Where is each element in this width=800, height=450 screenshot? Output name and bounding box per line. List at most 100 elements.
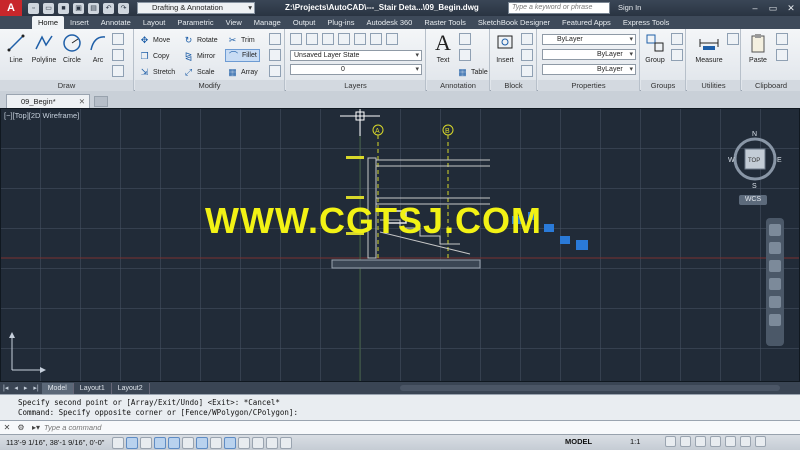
workspace-select[interactable]: Drafting & Annotation <box>137 2 255 14</box>
lineweight-select[interactable]: ByLayer <box>542 64 636 75</box>
first-layout-icon[interactable]: |◂ <box>0 384 11 392</box>
close-tab-icon[interactable]: ✕ <box>79 95 85 108</box>
isolate-objects-icon[interactable] <box>740 436 751 447</box>
dynamic-input-icon[interactable] <box>224 436 236 449</box>
workspace-switching-icon[interactable] <box>695 436 706 447</box>
group-button[interactable]: Group <box>641 31 669 64</box>
lineweight-icon[interactable] <box>238 436 250 449</box>
maximize-icon[interactable]: ▭ <box>764 0 782 16</box>
clean-screen-icon[interactable] <box>755 436 766 447</box>
redo-icon[interactable]: ↷ <box>118 2 129 14</box>
horizontal-scrollbar[interactable] <box>400 385 780 391</box>
block-panel-title[interactable]: Block <box>491 80 536 91</box>
last-layout-icon[interactable]: ▸| <box>30 384 41 392</box>
tab-sketchbook-designer[interactable]: SketchBook Designer <box>472 16 556 29</box>
undo-icon[interactable]: ↶ <box>103 2 114 14</box>
layer-match-icon[interactable] <box>370 33 382 45</box>
ungroup-icon[interactable] <box>671 33 683 45</box>
fillet-button[interactable]: ⌒ Fillet <box>225 49 260 62</box>
sign-in-button[interactable]: Sign In <box>618 3 641 12</box>
color-select[interactable]: ByLayer <box>542 34 636 45</box>
clipboard-panel-title[interactable]: Clipboard <box>742 80 800 91</box>
array-button[interactable]: ▦ Array <box>227 66 258 79</box>
copy-button[interactable]: ❐ Copy <box>139 50 169 63</box>
utilities-panel-title[interactable]: Utilities <box>687 80 740 91</box>
paste-button[interactable]: Paste <box>744 31 772 64</box>
mirror-button[interactable]: ⧎ Mirror <box>183 50 216 63</box>
save-icon[interactable]: ■ <box>58 2 69 14</box>
tab-output[interactable]: Output <box>287 16 322 29</box>
showmotion-icon[interactable] <box>769 296 781 308</box>
selection-cycling-icon[interactable] <box>280 436 292 449</box>
lock-icon[interactable] <box>710 436 721 447</box>
circle-button[interactable]: Circle <box>58 31 86 64</box>
layout-tab-layout2[interactable]: Layout2 <box>112 382 150 394</box>
layer-properties-icon[interactable] <box>290 33 302 45</box>
cut-icon[interactable] <box>776 33 788 45</box>
new-icon[interactable]: ▫ <box>28 2 39 14</box>
annotation-visibility-icon[interactable] <box>665 436 676 447</box>
tab-layout[interactable]: Layout <box>137 16 172 29</box>
tab-manage[interactable]: Manage <box>248 16 287 29</box>
quick-properties-icon[interactable] <box>266 436 278 449</box>
draw-panel-title[interactable]: Draw <box>0 80 133 91</box>
move-button[interactable]: ✥ Move <box>139 34 170 47</box>
orbit-icon[interactable] <box>769 278 781 290</box>
tab-plug-ins[interactable]: Plug-ins <box>321 16 360 29</box>
tab-home[interactable]: Home <box>32 16 65 29</box>
prev-layout-icon[interactable]: ◂ <box>11 384 21 392</box>
properties-panel-title[interactable]: Properties <box>538 80 639 91</box>
tab-autodesk-360[interactable]: Autodesk 360 <box>360 16 418 29</box>
create-block-icon[interactable] <box>521 33 533 45</box>
measure-button[interactable]: Measure <box>691 31 727 64</box>
rectangle-icon[interactable] <box>112 33 124 45</box>
layer-state-select[interactable]: Unsaved Layer State <box>290 50 422 61</box>
next-layout-icon[interactable]: ▸ <box>21 384 31 392</box>
viewcube[interactable]: TOP N S E W <box>728 126 782 196</box>
linetype-select[interactable]: ByLayer <box>542 49 636 60</box>
explode-icon[interactable] <box>269 49 281 61</box>
dynamic-ucs-icon[interactable] <box>210 436 222 449</box>
tab-view[interactable]: View <box>220 16 248 29</box>
zoom-icon[interactable] <box>769 260 781 272</box>
arc-button[interactable]: Arc <box>84 31 112 64</box>
document-tab[interactable]: 09_Begin* ✕ <box>6 94 90 108</box>
hardware-acceleration-icon[interactable] <box>725 436 736 447</box>
model-space-button[interactable]: MODEL <box>565 437 592 446</box>
customize-icon[interactable]: ⚙ <box>14 421 28 435</box>
save-as-icon[interactable]: ▣ <box>73 2 84 14</box>
layout-tab-layout1[interactable]: Layout1 <box>74 382 112 394</box>
close-command-icon[interactable]: ✕ <box>0 421 14 435</box>
layer-select[interactable]: 0 <box>290 64 422 75</box>
hatch-icon[interactable] <box>112 49 124 61</box>
transparency-icon[interactable] <box>252 436 264 449</box>
new-tab-button[interactable] <box>94 96 108 107</box>
plot-icon[interactable]: ▤ <box>88 2 99 14</box>
navbar-menu-icon[interactable] <box>769 314 781 326</box>
ellipse-icon[interactable] <box>112 65 124 77</box>
copy-clip-icon[interactable] <box>776 49 788 61</box>
edit-attributes-icon[interactable] <box>521 65 533 77</box>
annotation-scale[interactable]: 1:1 <box>630 437 640 446</box>
pan-icon[interactable] <box>769 242 781 254</box>
tab-parametric[interactable]: Parametric <box>171 16 219 29</box>
tab-raster-tools[interactable]: Raster Tools <box>418 16 472 29</box>
layer-freeze-icon[interactable] <box>338 33 350 45</box>
grid-display-icon[interactable] <box>126 436 138 449</box>
command-input[interactable] <box>44 423 645 432</box>
close-icon[interactable]: ✕ <box>782 0 800 16</box>
viewport-controls[interactable]: [−][Top][2D Wireframe] <box>4 111 79 120</box>
wcs-menu[interactable]: WCS <box>739 195 767 205</box>
layer-off-icon[interactable] <box>306 33 318 45</box>
coordinates-readout[interactable]: 113'-9 1/16", 38'-1 9/16", 0'-0" <box>0 438 110 447</box>
linear-dimension-icon[interactable] <box>459 33 471 45</box>
minimize-icon[interactable]: – <box>746 0 764 16</box>
group-edit-icon[interactable] <box>671 49 683 61</box>
scale-button[interactable]: ⤢ Scale <box>183 66 215 79</box>
polyline-button[interactable]: Polyline <box>28 31 60 64</box>
object-snap-icon[interactable] <box>168 436 180 449</box>
line-button[interactable]: Line <box>2 31 30 64</box>
autocad-logo-icon[interactable]: A <box>0 0 22 16</box>
leader-icon[interactable] <box>459 49 471 61</box>
tab-express-tools[interactable]: Express Tools <box>617 16 676 29</box>
